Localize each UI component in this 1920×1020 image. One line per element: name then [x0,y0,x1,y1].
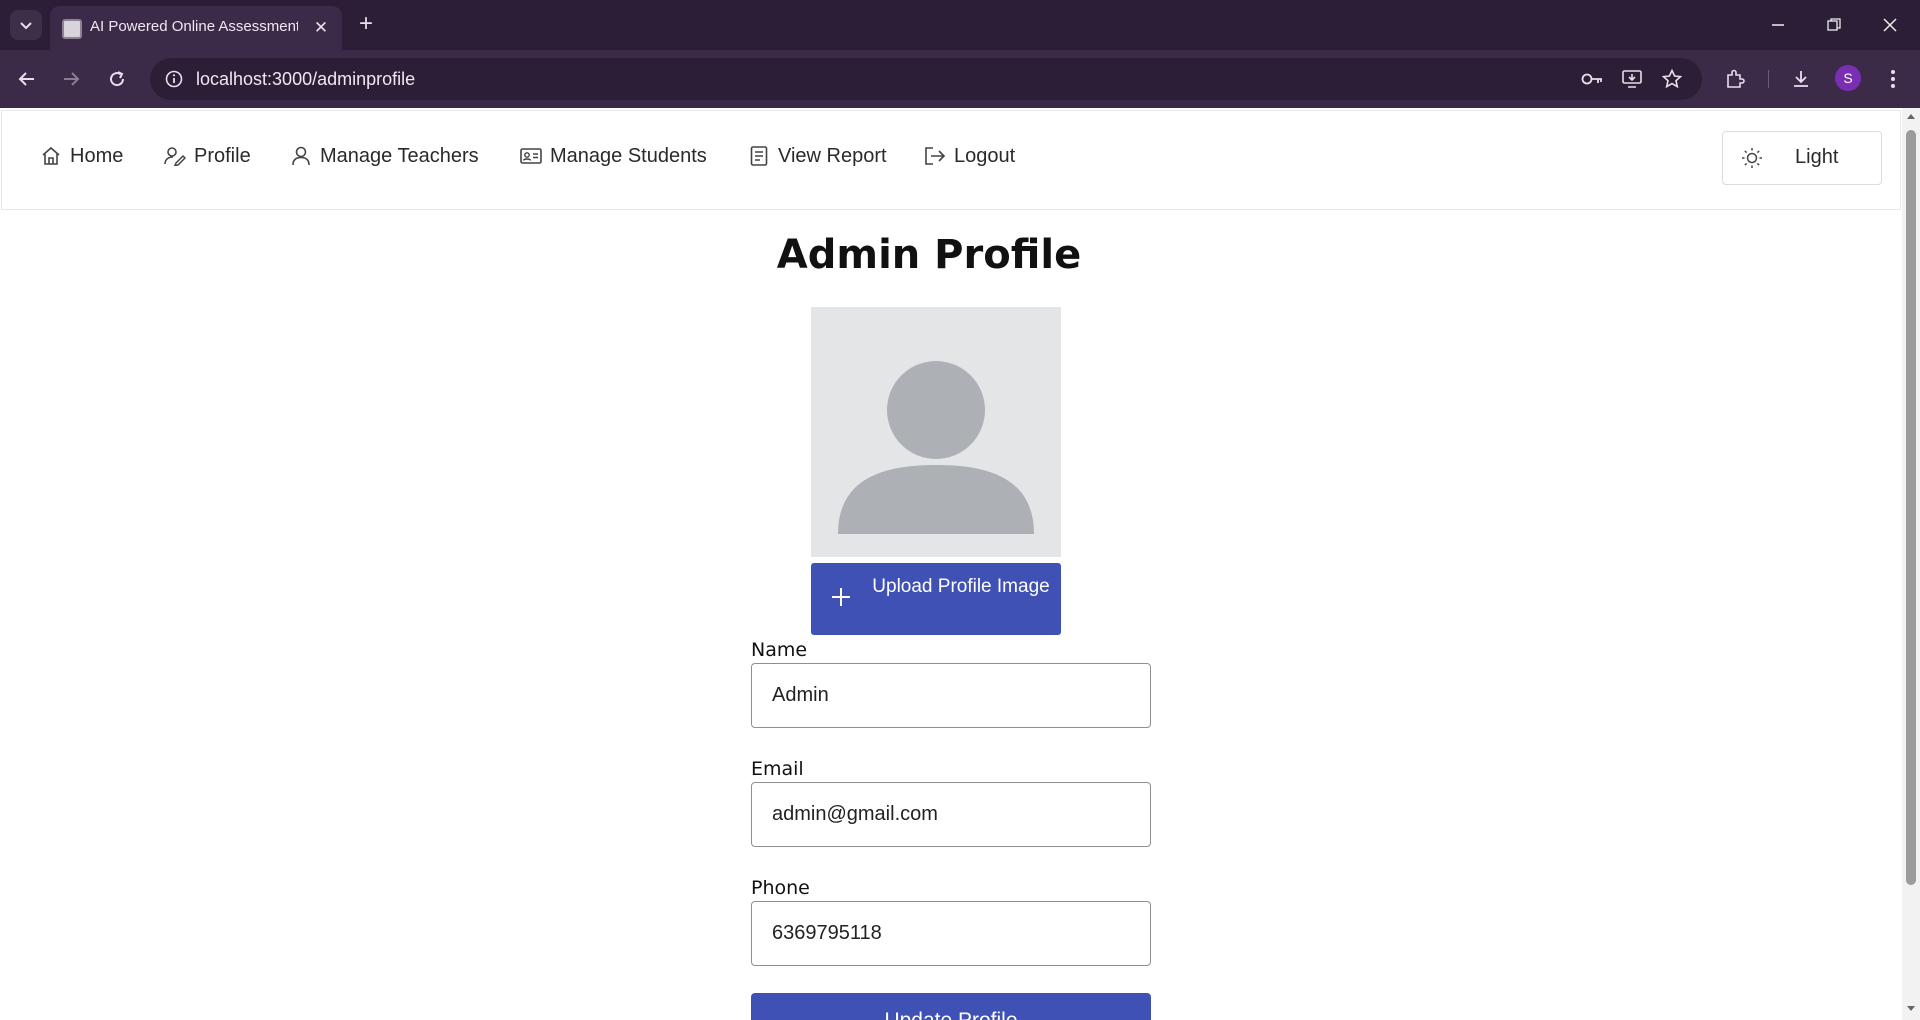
email-label: Email [751,758,804,780]
theme-toggle-label: Light [1795,146,1839,168]
scroll-down-arrow-icon[interactable] [1906,1004,1916,1014]
plus-icon [832,588,850,606]
upload-profile-image-label: Upload Profile Image [872,576,1050,597]
sun-icon [1741,147,1763,169]
profile-image [811,307,1061,557]
restore-button[interactable] [1806,0,1862,50]
profile-edit-icon [164,145,186,167]
site-info-icon[interactable] [160,65,188,93]
id-card-icon [520,145,542,167]
scroll-up-arrow-icon[interactable] [1906,111,1916,121]
scrollbar-thumb[interactable] [1906,130,1916,885]
tab-close-icon[interactable]: ✕ [310,17,332,39]
toolbar-divider [1768,70,1769,88]
browser-menu-icon[interactable] [1876,62,1910,96]
home-icon [40,145,62,167]
user-icon [290,145,312,167]
arrow-left-icon [18,72,34,86]
new-tab-button[interactable]: + [352,10,380,40]
nav-manage-students-label: Manage Students [550,144,707,167]
email-input[interactable] [751,782,1151,847]
address-bar[interactable]: localhost:3000/adminprofile [150,58,1702,100]
name-input[interactable] [751,663,1151,728]
browser-tab-bar: AI Powered Online Assessment ✕ + [0,0,1920,50]
nav-home-label: Home [70,144,124,167]
nav-profile-label: Profile [194,144,251,167]
nav-logout-label: Logout [954,144,1016,167]
report-icon [748,145,770,167]
close-icon [1883,18,1897,32]
close-window-button[interactable] [1862,0,1918,50]
browser-tab[interactable]: AI Powered Online Assessment ✕ [50,6,342,50]
tab-title: AI Powered Online Assessment [90,18,298,35]
reload-button[interactable] [100,62,134,96]
restore-icon [1827,18,1841,31]
arrow-right-icon [64,72,80,86]
phone-label: Phone [751,877,810,899]
logout-icon [924,145,946,167]
nav-home[interactable]: Home [40,139,123,173]
chevron-down-icon [20,22,32,30]
nav-view-report-label: View Report [778,144,887,167]
tab-search-button[interactable] [10,10,42,40]
minimize-icon [1772,24,1784,26]
nav-view-report[interactable]: View Report [748,139,887,173]
phone-input[interactable] [751,901,1151,966]
reload-icon [110,71,125,87]
nav-manage-teachers-label: Manage Teachers [320,144,479,167]
nav-logout[interactable]: Logout [924,139,1015,173]
theme-toggle-button[interactable]: Light [1722,131,1882,185]
downloads-icon[interactable] [1784,62,1818,96]
profile-avatar[interactable]: S [1835,65,1861,91]
password-key-icon[interactable] [1578,65,1606,93]
back-button[interactable] [10,62,44,96]
page-content: Home Profile Manage Teachers Manage Stud… [0,108,1902,1020]
upload-profile-image-button[interactable]: Upload Profile Image [811,563,1061,635]
page-scrollbar[interactable] [1902,108,1920,1020]
forward-button[interactable] [54,62,88,96]
app-navbar: Home Profile Manage Teachers Manage Stud… [1,110,1901,210]
minimize-button[interactable] [1750,0,1806,50]
nav-manage-teachers[interactable]: Manage Teachers [290,139,479,173]
update-profile-button[interactable]: Update Profile [751,993,1151,1020]
install-app-icon[interactable] [1618,65,1646,93]
name-label: Name [751,639,808,661]
url-text: localhost:3000/adminprofile [196,69,416,89]
extensions-icon[interactable] [1718,62,1752,96]
bookmark-star-icon[interactable] [1658,65,1686,93]
avatar-placeholder-icon [838,361,1034,534]
page-title: Admin Profile [776,232,1082,278]
browser-toolbar: localhost:3000/adminprofile [0,50,1920,108]
nav-manage-students[interactable]: Manage Students [520,139,707,173]
nav-profile[interactable]: Profile [164,139,251,173]
favicon-icon [62,19,82,39]
